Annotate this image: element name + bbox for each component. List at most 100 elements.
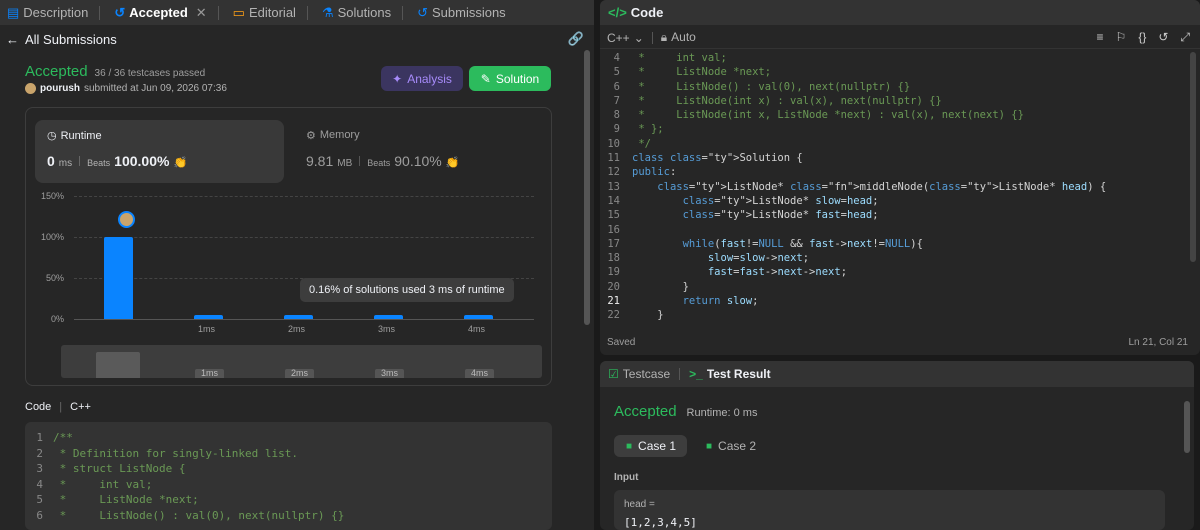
input-variable: head = bbox=[624, 499, 655, 510]
history-icon: ↺ bbox=[417, 4, 428, 20]
flask-icon: ⚗ bbox=[321, 4, 334, 20]
code-text: } bbox=[632, 280, 689, 293]
editor-line[interactable]: 20 } bbox=[600, 280, 1200, 294]
input-box: head = [1,2,3,4,5] bbox=[614, 490, 1165, 530]
code-text: * ListNode(int x) : val(x), next(nullptr… bbox=[632, 94, 942, 107]
editor-line[interactable]: 10 */ bbox=[600, 137, 1200, 151]
tab-testcase[interactable]: ☑ Testcase bbox=[608, 367, 670, 381]
chart-bar[interactable] bbox=[374, 315, 403, 319]
link-icon[interactable]: 🔗 bbox=[568, 31, 584, 47]
y-tick-label: 100% bbox=[40, 232, 64, 242]
code-icon: </> bbox=[608, 5, 627, 20]
edit-icon: ✎ bbox=[480, 71, 491, 86]
code-text: /** bbox=[53, 431, 73, 444]
line-number: 7 bbox=[613, 94, 620, 107]
editor-line[interactable]: 6 * ListNode() : val(0), next(nullptr) {… bbox=[600, 80, 1200, 94]
stats-card: ◷ Runtime 0 ms Beats 100.00% 👏 ⚙ Memory 9.… bbox=[25, 107, 552, 386]
editor-line[interactable]: 12 public: bbox=[600, 165, 1200, 179]
line-number: 13 bbox=[607, 180, 620, 193]
x-tick-label: 4ms bbox=[468, 324, 486, 334]
submitted-code: 1 /** 2 * Definition for singly-linked lis… bbox=[25, 422, 552, 530]
editor-line[interactable]: 16 bbox=[600, 223, 1200, 237]
tab-accepted[interactable]: ↺ Accepted ✕ bbox=[107, 0, 225, 25]
editor-line[interactable]: 4 * int val; bbox=[600, 51, 1200, 65]
analysis-button[interactable]: ✦ Analysis bbox=[381, 66, 463, 91]
fullscreen-icon[interactable]: ⤢ bbox=[1180, 30, 1190, 45]
test-scrollbar[interactable] bbox=[1184, 401, 1190, 453]
editor-line[interactable]: 13 class="ty">ListNode* class="fn">middl… bbox=[600, 180, 1200, 194]
code-line: 1 /** bbox=[25, 430, 552, 446]
editor-line[interactable]: 18 slow=slow->next; bbox=[600, 251, 1200, 265]
chart-bar[interactable] bbox=[194, 315, 223, 319]
chart-bar[interactable] bbox=[464, 315, 493, 319]
description-icon: ▤ bbox=[7, 4, 20, 20]
case-1-button[interactable]: ■ Case 1 bbox=[614, 435, 687, 457]
editor-line[interactable]: 17 while(fast!=NULL && fast->next!=NULL)… bbox=[600, 237, 1200, 251]
editor-line[interactable]: 5 * ListNode *next; bbox=[600, 65, 1200, 79]
chart-bar[interactable] bbox=[104, 237, 133, 319]
tab-solutions[interactable]: ⚗ Solutions bbox=[315, 0, 410, 25]
editor-scrollbar[interactable] bbox=[1190, 52, 1196, 262]
mode-select[interactable]: 🔒︎ Auto bbox=[661, 30, 696, 45]
line-number: 20 bbox=[607, 280, 620, 293]
check-icon: ■ bbox=[626, 440, 633, 452]
code-text: while(fast!=NULL && fast->next!=NULL){ bbox=[682, 237, 923, 250]
username[interactable]: pourush bbox=[40, 83, 80, 94]
close-icon[interactable]: ✕ bbox=[196, 5, 207, 21]
code-text: class="ty">ListNode* class="fn">middleNo… bbox=[657, 180, 1107, 193]
language-select[interactable]: C++ ⌄ bbox=[607, 31, 644, 45]
slider-handle[interactable] bbox=[96, 352, 140, 378]
tab-test-result[interactable]: >_ Test Result bbox=[689, 367, 770, 381]
code-text: fast=fast->next->next; bbox=[707, 266, 848, 279]
line-number: 2 bbox=[36, 446, 43, 460]
chart-bar[interactable] bbox=[284, 315, 313, 319]
chart-range-slider[interactable]: 1ms 2ms 3ms 4ms bbox=[61, 345, 542, 378]
code-text: * ListNode *next; bbox=[53, 493, 199, 506]
tab-editorial[interactable]: ▭ Editorial bbox=[226, 0, 315, 25]
editor-line[interactable]: 11 class class="ty">Solution { bbox=[600, 151, 1200, 165]
gridline bbox=[74, 196, 534, 197]
line-number: 15 bbox=[607, 209, 620, 222]
editor-line[interactable]: 15 class="ty">ListNode* fast=head; bbox=[600, 208, 1200, 222]
editor-line[interactable]: 22 } bbox=[600, 308, 1200, 322]
tab-description[interactable]: ▤ Description bbox=[0, 0, 107, 25]
code-editor[interactable]: 4 * int val; 5 * ListNode *next; 6 * ListN… bbox=[600, 51, 1200, 321]
book-icon: ▭ bbox=[232, 4, 245, 20]
code-text: return slow; bbox=[682, 295, 759, 308]
left-scrollbar[interactable] bbox=[584, 50, 590, 325]
code-text: * ListNode(int x, ListNode *next) : val(… bbox=[632, 109, 1024, 122]
case-2-button[interactable]: ■ Case 2 bbox=[696, 435, 769, 457]
editor-line[interactable]: 9 * }; bbox=[600, 122, 1200, 136]
format-icon[interactable]: ≡ bbox=[1097, 30, 1104, 45]
line-number: 5 bbox=[613, 66, 620, 79]
input-value: [1,2,3,4,5] bbox=[624, 516, 697, 529]
submission-panel: ▤ Description ↺ Accepted ✕ ▭ Editorial ⚗ Solu… bbox=[0, 0, 594, 530]
braces-icon[interactable]: {} bbox=[1138, 30, 1146, 45]
editor-line[interactable]: 19 fast=fast->next->next; bbox=[600, 265, 1200, 279]
editor-line[interactable]: 8 * ListNode(int x, ListNode *next) : va… bbox=[600, 108, 1200, 122]
line-number: 19 bbox=[607, 266, 620, 279]
editor-line[interactable]: 21 return slow; bbox=[600, 294, 1200, 308]
tab-submissions[interactable]: ↺ Submissions bbox=[410, 0, 513, 25]
terminal-icon: >_ bbox=[689, 367, 703, 381]
avatar bbox=[25, 83, 36, 94]
line-number: 1 bbox=[36, 431, 43, 444]
sparkle-icon: ✦ bbox=[392, 71, 403, 86]
line-number: 11 bbox=[607, 152, 620, 165]
editor-line[interactable]: 14 class="ty">ListNode* slow=head; bbox=[600, 194, 1200, 208]
x-tick-label: 1ms bbox=[198, 324, 216, 334]
solution-button[interactable]: ✎ Solution bbox=[469, 66, 551, 91]
code-text: * ListNode() : val(0), next(nullptr) {} bbox=[53, 508, 345, 522]
save-status: Saved bbox=[607, 336, 636, 348]
code-panel-header: </> Code bbox=[600, 0, 1200, 25]
line-number: 5 bbox=[36, 493, 43, 506]
line-number: 17 bbox=[607, 237, 620, 250]
bookmark-icon[interactable]: ⚐ bbox=[1116, 30, 1127, 45]
back-link[interactable]: ← All Submissions 🔗 bbox=[0, 27, 594, 51]
editor-line[interactable]: 7 * ListNode(int x) : val(x), next(nullp… bbox=[600, 94, 1200, 108]
code-text: class="ty">ListNode* fast=head; bbox=[682, 209, 879, 222]
line-number: 22 bbox=[607, 309, 620, 322]
x-tick-label: 2ms bbox=[288, 324, 306, 334]
x-tick-label: 3ms bbox=[378, 324, 396, 334]
reset-icon[interactable]: ↺ bbox=[1158, 30, 1168, 45]
